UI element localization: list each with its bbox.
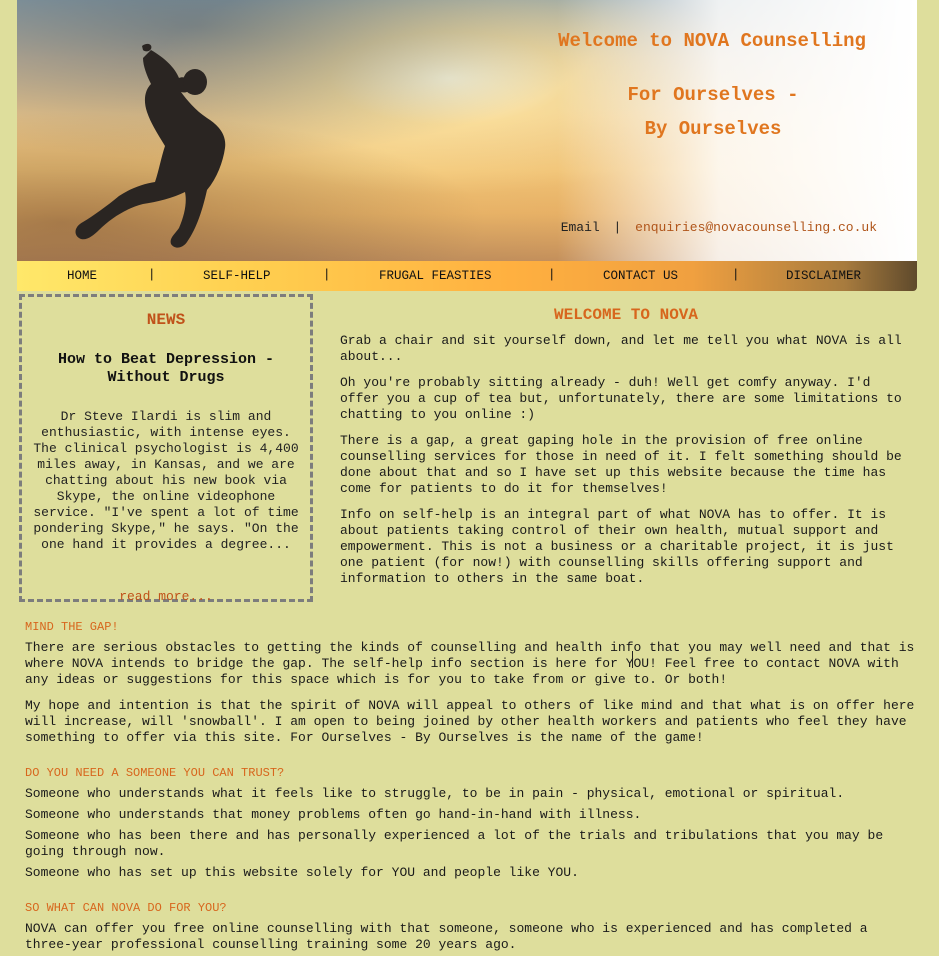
banner-tagline-line-1: For Ourselves - [627,84,799,106]
banner-tagline-line-2: By Ourselves [644,118,782,140]
trust-paragraph: Someone who understands that money probl… [25,807,642,822]
header-banner: Welcome to NOVA Counselling For Ourselve… [17,0,917,261]
trust-paragraph: Someone who has been there and has perso… [25,828,884,859]
email-link[interactable]: enquiries@novacounselling.co.uk [635,220,877,235]
trust-paragraph: Someone who understands what it feels li… [25,786,845,801]
read-more-link[interactable]: read more... [22,589,310,604]
main-navigation: HOME | SELF-HELP | FRUGAL FEASTIES | CON… [17,261,917,291]
welcome-heading: WELCOME TO NOVA [553,306,699,324]
email-row: Email | enquiries@novacounselling.co.uk [561,220,877,235]
welcome-paragraph: Info on self-help is an integral part of… [340,507,894,586]
nav-separator: | [148,268,156,282]
trust-paragraph: Someone who has set up this website sole… [25,865,579,880]
welcome-paragraph: Grab a chair and sit yourself down, and … [340,333,902,364]
text-cursor-icon [632,651,633,668]
news-box: NEWS How to Beat Depression - Without Dr… [19,294,313,604]
nav-self-help[interactable]: SELF-HELP [203,269,271,283]
mind-gap-paragraph: There are serious obstacles to getting t… [25,640,915,687]
email-separator: | [613,220,622,235]
welcome-paragraph: Oh you're probably sitting already - duh… [340,375,902,422]
news-headline: How to Beat Depression - Without Drugs [57,351,275,386]
nav-disclaimer[interactable]: DISCLAIMER [786,269,861,283]
email-label: Email [560,220,600,235]
news-title: NEWS [146,311,186,329]
nav-frugal-feasties[interactable]: FRUGAL FEASTIES [379,269,492,283]
nav-separator: | [323,268,331,282]
mind-gap-paragraph: My hope and intention is that the spirit… [25,698,915,745]
section-heading-trust: DO YOU NEED A SOMEONE YOU CAN TRUST? [25,766,285,780]
banner-welcome-heading: Welcome to NOVA Counselling [558,30,866,52]
nav-home[interactable]: HOME [67,269,97,283]
section-heading-mind-the-gap: MIND THE GAP! [25,620,119,634]
jumping-person-image [75,43,226,248]
nav-separator: | [732,268,740,282]
nav-contact-us[interactable]: CONTACT US [603,269,678,283]
what-can-paragraph: NOVA can offer you free online counselli… [25,921,868,952]
news-excerpt: Dr Steve Ilardi is slim and enthusiastic… [33,409,299,552]
welcome-paragraph: There is a gap, a great gaping hole in t… [340,433,902,496]
nav-separator: | [548,268,556,282]
section-heading-what-can-nova-do: SO WHAT CAN NOVA DO FOR YOU? [25,901,227,915]
